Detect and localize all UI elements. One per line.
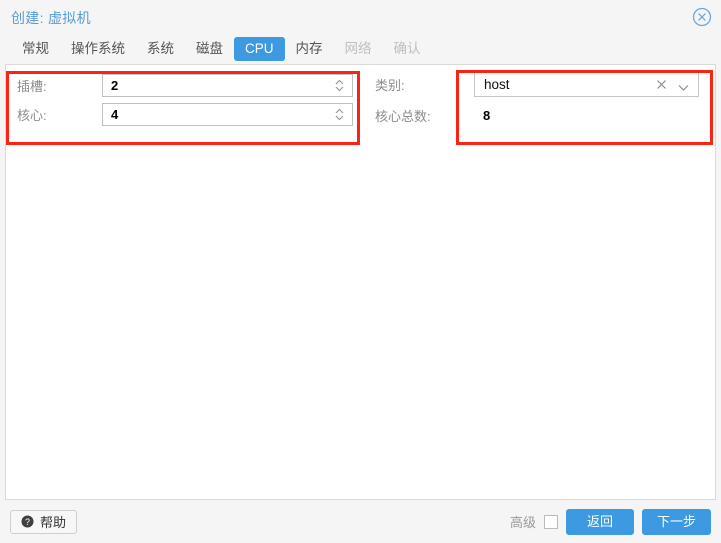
cores-input[interactable]: 4 <box>102 103 353 126</box>
total-cores-label: 核心总数: <box>375 109 431 124</box>
help-button[interactable]: ? 帮助 <box>10 509 78 534</box>
cpu-form-right-column: 类别: host 核心总数: 8 <box>364 65 715 143</box>
tab-network: 网络 <box>344 41 372 56</box>
total-cores-value: 8 <box>483 108 491 123</box>
sockets-input[interactable]: 2 <box>102 74 353 97</box>
cores-value: 4 <box>111 107 119 122</box>
back-button[interactable]: 返回 <box>565 508 634 535</box>
cores-row: 核心: 4 <box>6 100 361 129</box>
chevron-down-icon[interactable] <box>677 80 690 91</box>
spinner-arrows-icon[interactable] <box>333 77 346 94</box>
dialog-content: 插槽: 2 核心: 4 类别: host 核心总数: 8 <box>5 64 716 500</box>
tab-system[interactable]: 系统 <box>136 37 185 61</box>
cpu-form-left-column: 插槽: 2 核心: 4 <box>6 65 361 143</box>
question-circle-icon: ? <box>21 515 34 528</box>
cpu-type-row: 类别: host <box>364 70 715 99</box>
next-button[interactable]: 下一步 <box>641 508 711 535</box>
tab-disks[interactable]: 磁盘 <box>185 37 234 61</box>
create-vm-dialog: 创建: 虚拟机 常规 操作系统 系统 磁盘 CPU 内存 网络 确认 插槽: 2… <box>0 0 721 543</box>
cpu-type-combobox[interactable]: host <box>474 72 699 97</box>
tab-confirm: 确认 <box>393 41 421 56</box>
spinner-arrows-icon[interactable] <box>333 106 346 123</box>
advanced-label: 高级 <box>509 515 536 530</box>
help-button-label: 帮助 <box>40 515 67 530</box>
sockets-label: 插槽: <box>17 79 47 94</box>
cpu-form: 插槽: 2 核心: 4 类别: host 核心总数: 8 <box>6 65 715 143</box>
clear-x-icon[interactable] <box>655 78 668 91</box>
advanced-checkbox[interactable] <box>543 514 558 529</box>
svg-text:?: ? <box>25 517 30 527</box>
tab-bar: 常规 操作系统 系统 磁盘 CPU 内存 网络 确认 <box>0 34 721 64</box>
sockets-row: 插槽: 2 <box>6 71 361 100</box>
cpu-type-label: 类别: <box>375 78 405 93</box>
total-cores-row: 核心总数: 8 <box>364 101 715 130</box>
dialog-titlebar: 创建: 虚拟机 <box>0 0 721 34</box>
tab-general[interactable]: 常规 <box>11 37 60 61</box>
tab-memory[interactable]: 内存 <box>285 37 334 61</box>
cores-label: 核心: <box>17 108 47 123</box>
footer-actions: 高级 返回 下一步 <box>509 508 711 535</box>
dialog-footer: ? 帮助 高级 返回 下一步 <box>0 500 721 543</box>
tab-cpu[interactable]: CPU <box>234 37 285 61</box>
sockets-value: 2 <box>111 78 119 93</box>
page-title: 创建: 虚拟机 <box>11 10 91 26</box>
close-icon[interactable] <box>692 7 712 27</box>
cpu-type-value: host <box>484 77 510 92</box>
tab-os[interactable]: 操作系统 <box>60 37 136 61</box>
